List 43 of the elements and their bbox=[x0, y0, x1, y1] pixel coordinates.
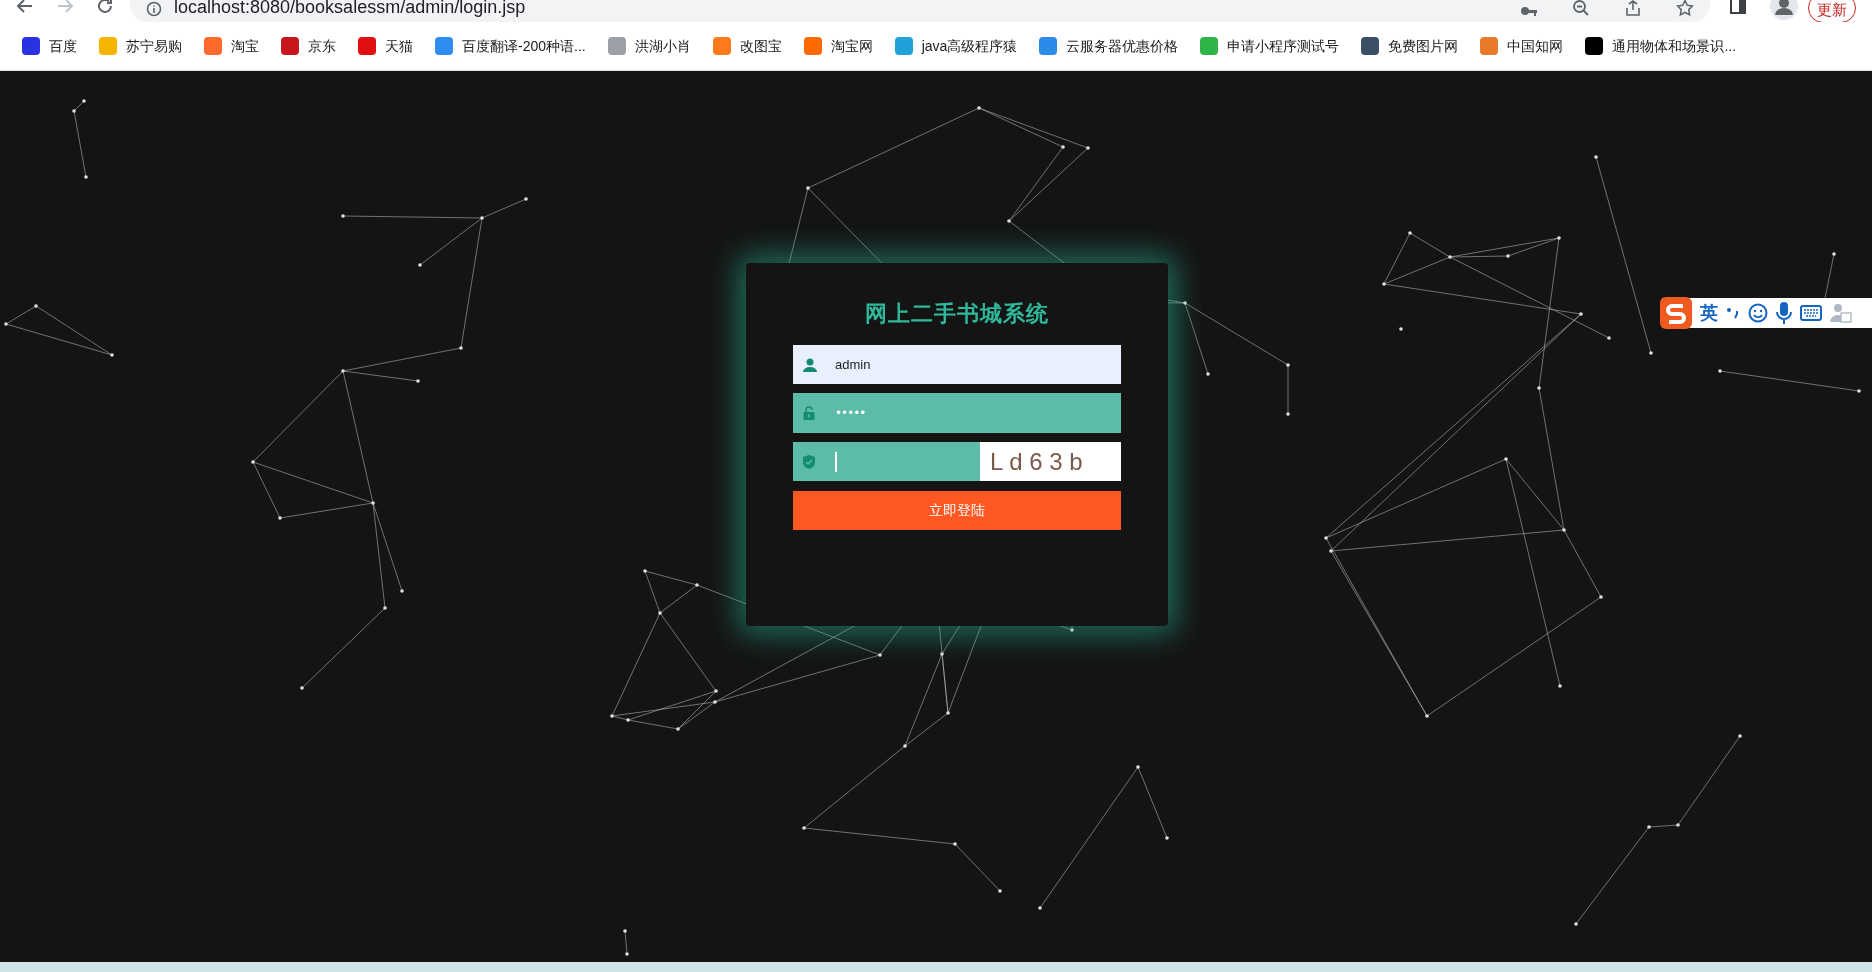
user-icon bbox=[803, 357, 817, 372]
bookmark-link[interactable]: 淘宝 bbox=[196, 31, 267, 61]
captcha-image[interactable]: L d 6 3 b bbox=[980, 442, 1121, 481]
microphone-icon[interactable] bbox=[1776, 302, 1792, 324]
smiley-icon[interactable] bbox=[1748, 303, 1768, 323]
key-icon[interactable] bbox=[1520, 5, 1538, 17]
zoom-out-icon[interactable] bbox=[1572, 0, 1590, 17]
bookmark-link[interactable]: 淘宝网 bbox=[795, 31, 881, 61]
bookmark-link[interactable]: java高级程序猿 bbox=[886, 31, 1026, 61]
star-icon[interactable] bbox=[1676, 0, 1694, 17]
reload-icon[interactable] bbox=[96, 0, 114, 15]
username-field[interactable]: admin bbox=[793, 345, 1121, 384]
keyboard-icon[interactable] bbox=[1800, 305, 1822, 321]
address-bar[interactable]: localhost:8080/booksalessm/admin/login.jsp bbox=[130, 0, 1710, 22]
url-text: localhost:8080/booksalessm/admin/login.jsp bbox=[174, 0, 526, 17]
punctuation-icon[interactable] bbox=[1726, 305, 1740, 321]
shield-check-icon bbox=[803, 454, 815, 469]
info-icon[interactable] bbox=[146, 1, 162, 17]
bookmark-link[interactable]: 中国知网 bbox=[1472, 31, 1572, 61]
bookmark-link[interactable]: 改图宝 bbox=[704, 31, 790, 61]
share-icon[interactable] bbox=[1624, 0, 1642, 17]
update-button[interactable]: 更新 bbox=[1808, 0, 1856, 22]
lock-icon bbox=[803, 406, 815, 420]
bookmark-link[interactable]: 百度翻译-200种语... bbox=[427, 31, 594, 61]
bookmark-link[interactable]: 通用物体和场景识... bbox=[1577, 31, 1745, 61]
password-value: ••••• bbox=[835, 405, 866, 422]
profile-avatar-icon[interactable] bbox=[1770, 0, 1798, 20]
bookmark-link[interactable]: 京东 bbox=[273, 31, 344, 61]
side-panel-icon[interactable] bbox=[1730, 0, 1746, 14]
bookmark-link[interactable]: 云服务器优惠价格 bbox=[1031, 31, 1187, 61]
back-icon[interactable] bbox=[16, 0, 34, 15]
bookmark-link[interactable]: 天猫 bbox=[350, 31, 421, 61]
username-value: admin bbox=[835, 355, 871, 374]
input-mode-label[interactable]: 英 bbox=[1700, 299, 1718, 327]
text-cursor bbox=[835, 451, 837, 472]
bookmark-link[interactable]: 申请小程序测试号 bbox=[1192, 31, 1348, 61]
bookmark-link[interactable]: 免费图片网 bbox=[1353, 31, 1467, 61]
captcha-field[interactable] bbox=[793, 442, 980, 481]
bookmark-link[interactable]: 洪湖小肖 bbox=[599, 31, 699, 61]
bookmark-link[interactable]: 百度 bbox=[14, 31, 85, 61]
sogou-logo-icon[interactable] bbox=[1660, 297, 1692, 329]
bookmark-link[interactable]: 苏宁易购 bbox=[91, 31, 190, 61]
login-title: 网上二手书城系统 bbox=[865, 301, 1049, 327]
